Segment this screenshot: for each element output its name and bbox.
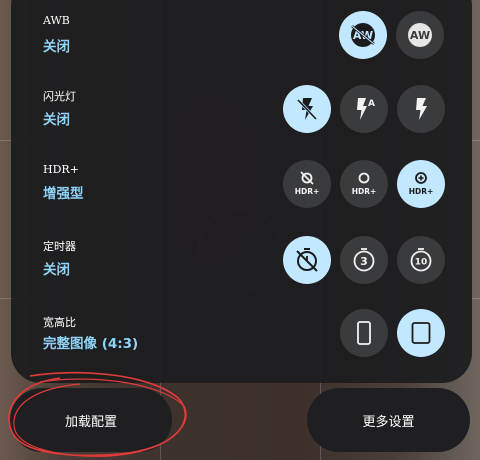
- timer-off-icon: [296, 248, 318, 272]
- timer-value: 关闭: [43, 262, 70, 278]
- flash-off-button[interactable]: [283, 85, 331, 133]
- timer-3s-button[interactable]: 3: [340, 236, 388, 284]
- awb-on-icon: AW: [408, 23, 432, 47]
- timer-title: 定时器: [43, 240, 76, 253]
- ratio-row: 宽高比 完整图像 (4:3): [11, 300, 472, 372]
- flash-on-icon: [416, 98, 427, 120]
- hdr-off-label: HDR+: [295, 187, 320, 196]
- awb-row: AWB 关闭 AW AW: [11, 0, 472, 72]
- timer-off-button[interactable]: [283, 236, 331, 284]
- flash-on-button[interactable]: [397, 85, 445, 133]
- flash-auto-letter: A: [368, 99, 375, 109]
- hdr-on-button[interactable]: HDR+: [340, 160, 388, 208]
- load-config-button[interactable]: 加载配置: [10, 388, 172, 452]
- timer-10s-button[interactable]: 10: [397, 236, 445, 284]
- hdr-title: HDR+: [43, 163, 79, 176]
- awb-off-icon: AW: [351, 23, 375, 47]
- hdr-enhanced-label: HDR+: [409, 187, 434, 196]
- awb-on-text: AW: [410, 29, 430, 42]
- timer-10s-icon: 10: [410, 248, 432, 272]
- hdr-enhanced-icon: HDR+: [409, 172, 434, 196]
- timer-10s-label: 10: [415, 258, 428, 268]
- flash-auto-button[interactable]: A: [340, 85, 388, 133]
- flash-auto-icon: A: [357, 98, 375, 120]
- awb-value: 关闭: [43, 39, 70, 55]
- ratio-title: 宽高比: [43, 316, 76, 329]
- aspect-full-icon: [357, 321, 371, 345]
- aspect-4x3-icon: [411, 322, 431, 344]
- awb-on-button[interactable]: AW: [396, 11, 444, 59]
- hdr-on-label: HDR+: [352, 187, 377, 196]
- hdr-on-icon: HDR+: [352, 172, 377, 196]
- hdr-value: 增强型: [43, 186, 84, 202]
- flash-row: 闪光灯 关闭 A: [11, 74, 472, 146]
- flash-value: 关闭: [43, 112, 70, 128]
- hdr-off-button[interactable]: HDR+: [283, 160, 331, 208]
- hdr-row: HDR+ 增强型 HDR+ HDR+ HDR+: [11, 148, 472, 220]
- flash-title: 闪光灯: [43, 90, 76, 103]
- timer-3s-label: 3: [360, 255, 368, 268]
- hdr-off-icon: HDR+: [295, 171, 320, 196]
- aspect-4x3-button[interactable]: [397, 309, 445, 357]
- awb-title: AWB: [43, 14, 70, 27]
- aspect-full-button[interactable]: [340, 309, 388, 357]
- awb-off-button[interactable]: AW: [339, 11, 387, 59]
- ratio-value: 完整图像 (4:3): [43, 336, 139, 352]
- flash-off-icon: [296, 98, 318, 121]
- more-settings-button[interactable]: 更多设置: [307, 388, 470, 452]
- timer-row: 定时器 关闭 3 10: [11, 224, 472, 296]
- timer-3s-icon: 3: [353, 248, 375, 272]
- hdr-enhanced-button[interactable]: HDR+: [397, 160, 445, 208]
